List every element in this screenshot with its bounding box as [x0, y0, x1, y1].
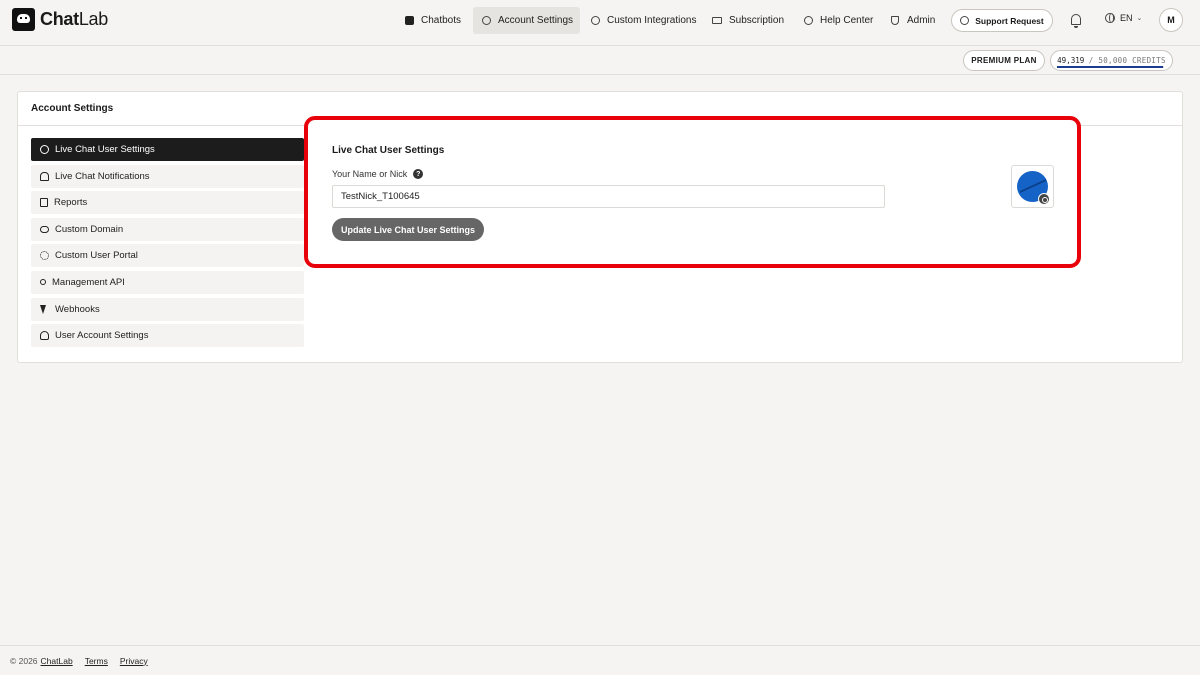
chatbot-icon [403, 15, 415, 27]
nav-chatbots[interactable]: Chatbots [396, 7, 468, 34]
sidebar-item-label: Management API [52, 276, 125, 288]
nav-subscription-label: Subscription [729, 15, 785, 26]
sidebar-item-label: User Account Settings [55, 330, 149, 342]
nav-account-settings-label: Account Settings [498, 15, 574, 26]
credits-progress-bar [1057, 66, 1164, 68]
footer-brand-link[interactable]: ChatLab [41, 656, 73, 666]
nav-subscription[interactable]: Subscription [704, 7, 791, 34]
shield-icon [889, 15, 901, 27]
plan-bar: PREMIUM PLAN 49,319 / 50,000 CREDITS [0, 46, 1200, 75]
footer: © 2026 ChatLab Terms Privacy [0, 645, 1200, 675]
sidebar-item-reports[interactable]: Reports [31, 191, 304, 215]
plan-badge[interactable]: PREMIUM PLAN [963, 50, 1045, 71]
language-label: EN [1120, 13, 1133, 23]
user-icon [40, 331, 49, 341]
user-initial: M [1167, 15, 1175, 25]
chevron-down-icon: ⌄ [1136, 15, 1143, 22]
avatar-upload[interactable] [1011, 165, 1054, 208]
top-navigation-bar: ChatLab Chatbots Account Settings Custom… [0, 0, 1200, 46]
question-mark-icon[interactable]: ? [413, 169, 424, 179]
card-title: Live Chat User Settings [332, 145, 445, 156]
privacy-link[interactable]: Privacy [120, 656, 148, 666]
sidebar-item-custom-domain[interactable]: Custom Domain [31, 217, 304, 241]
nav-custom-integrations-label: Custom Integrations [607, 15, 697, 26]
sidebar-item-management-api[interactable]: Management API [31, 270, 304, 294]
sidebar-item-custom-user-portal[interactable]: Custom User Portal [31, 244, 304, 268]
sidebar-item-label: Reports [54, 197, 88, 209]
chatlab-logo-icon [12, 8, 35, 31]
notifications-bell-icon[interactable] [1071, 14, 1081, 28]
card-icon [711, 15, 723, 27]
camera-icon[interactable] [1038, 193, 1050, 205]
sidebar-item-live-chat-notifications[interactable]: Live Chat Notifications [31, 164, 304, 188]
sidebar-item-webhooks[interactable]: Webhooks [31, 297, 304, 321]
gear-icon [40, 251, 49, 261]
nav-admin[interactable]: Admin [882, 7, 942, 34]
document-icon [40, 198, 48, 208]
nav-help-center-label: Help Center [820, 15, 874, 26]
key-icon [40, 279, 46, 286]
sidebar-item-label: Custom User Portal [55, 250, 138, 262]
integrations-icon [589, 15, 601, 27]
sidebar-item-label: Live Chat Notifications [55, 170, 150, 182]
credits-used: 49,319 [1057, 56, 1085, 65]
credits-total: / 50,000 CREDITS [1088, 56, 1166, 65]
sidebar-item-label: Live Chat User Settings [55, 144, 155, 155]
live-chat-user-settings-card: Live Chat User Settings Your Name or Nic… [304, 116, 1081, 268]
nav-account-settings[interactable]: Account Settings [473, 7, 581, 34]
sidebar-item-live-chat-user-settings[interactable]: Live Chat User Settings [31, 138, 304, 161]
update-live-chat-user-settings-button[interactable]: Update Live Chat User Settings [332, 218, 484, 241]
nav-admin-label: Admin [907, 15, 936, 26]
globe-icon [1105, 13, 1115, 23]
name-field-label: Your Name or Nick ? [332, 169, 424, 179]
bell-icon [40, 171, 49, 181]
terms-link[interactable]: Terms [85, 656, 108, 666]
lifebuoy-icon [960, 16, 970, 25]
sidebar-item-label: Custom Domain [55, 223, 124, 235]
name-field-label-text: Your Name or Nick [332, 169, 408, 179]
app-logo[interactable]: ChatLab [12, 8, 108, 31]
nav-chatbots-label: Chatbots [421, 15, 462, 26]
help-icon [802, 15, 814, 27]
name-or-nick-input[interactable] [332, 185, 885, 208]
nav-custom-integrations[interactable]: Custom Integrations [582, 7, 704, 34]
support-request-label: Support Request [975, 15, 1044, 26]
support-request-button[interactable]: Support Request [951, 9, 1053, 32]
credits-progress-fill [1057, 66, 1163, 68]
copyright: © 2026 [10, 655, 38, 666]
plan-label: PREMIUM PLAN [971, 56, 1037, 65]
language-selector[interactable]: EN ⌄ [1105, 13, 1142, 23]
sidebar-item-user-account-settings[interactable]: User Account Settings [31, 324, 304, 348]
nav-help-center[interactable]: Help Center [795, 7, 880, 34]
gear-icon [480, 15, 492, 27]
sidebar-item-label: Webhooks [55, 303, 100, 315]
user-avatar[interactable]: M [1159, 8, 1183, 32]
app-name: ChatLab [40, 9, 108, 29]
cloud-icon [40, 225, 49, 233]
bolt-icon [40, 304, 46, 314]
settings-sidebar: Live Chat User Settings Live Chat Notifi… [31, 138, 304, 351]
user-circle-icon [40, 145, 49, 154]
